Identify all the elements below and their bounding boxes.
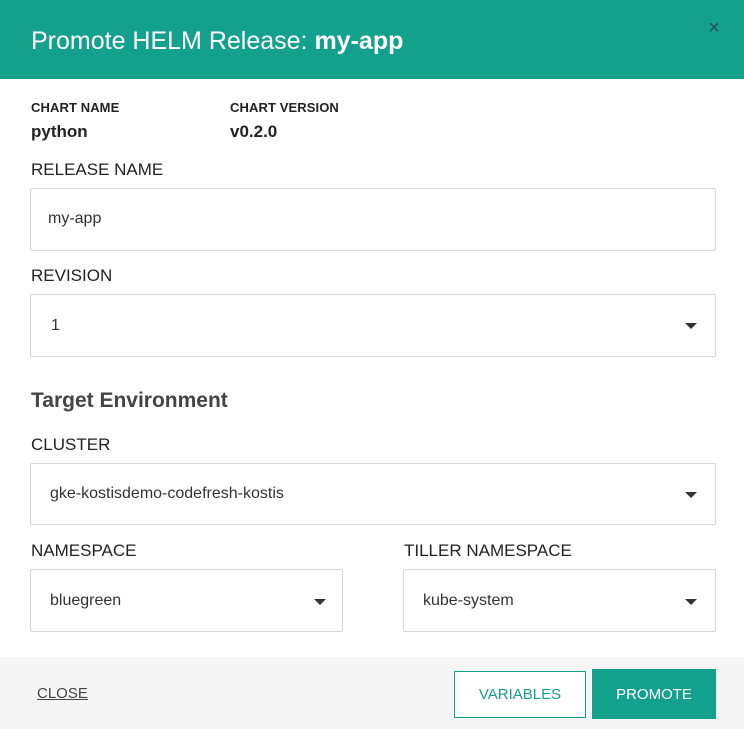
chevron-down-icon (685, 599, 697, 605)
chevron-down-icon (314, 599, 326, 605)
tiller-namespace-select[interactable]: kube-system (403, 569, 716, 632)
dialog-footer: CLOSE VARIABLES PROMOTE (0, 657, 744, 729)
variables-button[interactable]: VARIABLES (454, 671, 586, 718)
close-button[interactable]: CLOSE (37, 685, 88, 702)
close-icon[interactable]: × (704, 18, 724, 38)
namespace-label: NAMESPACE (31, 541, 137, 560)
promote-button[interactable]: PROMOTE (592, 669, 716, 719)
release-name-input[interactable]: my-app (30, 188, 716, 251)
revision-select[interactable]: 1 (30, 294, 716, 357)
namespace-select[interactable]: bluegreen (30, 569, 343, 632)
revision-label: REVISION (31, 266, 113, 285)
cluster-value: gke-kostisdemo-codefresh-kostis (50, 485, 284, 502)
chevron-down-icon (685, 323, 697, 329)
tiller-namespace-value: kube-system (423, 592, 514, 609)
target-environment-heading: Target Environment (31, 389, 228, 412)
dialog-header: Promote HELM Release: my-app × (0, 0, 744, 79)
revision-value: 1 (51, 317, 60, 334)
namespace-value: bluegreen (50, 592, 122, 609)
cluster-select[interactable]: gke-kostisdemo-codefresh-kostis (30, 463, 716, 525)
chevron-down-icon (685, 492, 697, 498)
chart-version-value: v0.2.0 (230, 122, 278, 141)
dialog-title: Promote HELM Release: my-app (31, 26, 403, 56)
tiller-namespace-label: TILLER NAMESPACE (404, 541, 572, 560)
release-name-label: RELEASE NAME (31, 160, 164, 179)
dialog-title-prefix: Promote HELM Release: (31, 27, 315, 55)
chart-name-value: python (31, 122, 88, 141)
chart-version-label: CHART VERSION (230, 100, 339, 115)
cluster-label: CLUSTER (31, 435, 111, 454)
release-name-value: my-app (48, 210, 102, 227)
chart-name-label: CHART NAME (31, 100, 120, 115)
dialog-title-release-name: my-app (314, 27, 404, 55)
